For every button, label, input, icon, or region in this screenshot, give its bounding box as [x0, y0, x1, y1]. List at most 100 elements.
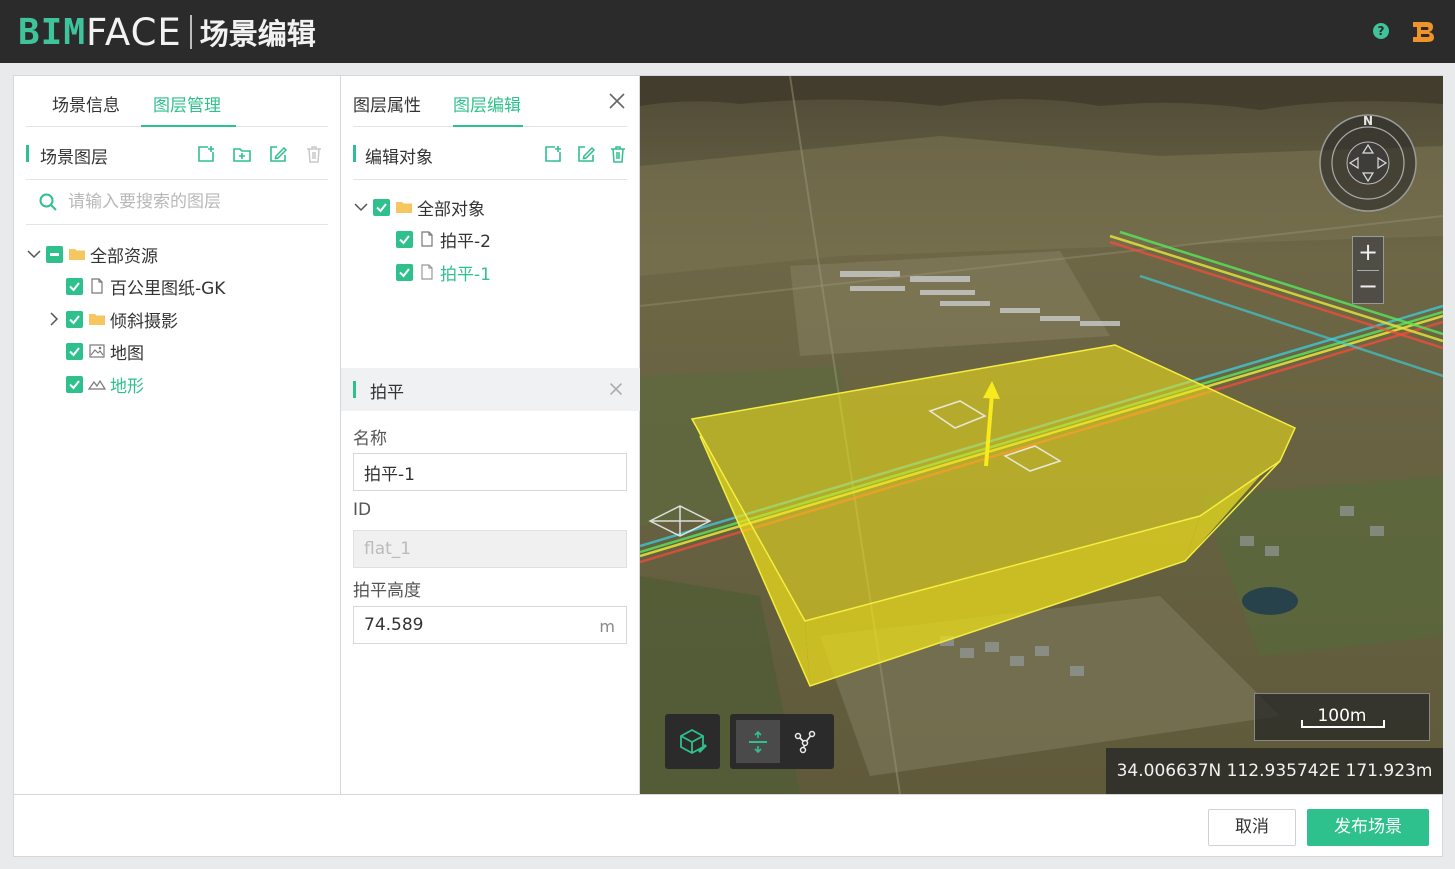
middle-panel: 图层属性 图层编辑 编辑对象 全部对象 拍平-2 拍平-1 拍平 名称 拍平-1… [341, 76, 640, 794]
section-title: 场景图层 [40, 148, 108, 168]
active-tab-indicator [453, 125, 523, 127]
delete-icon[interactable] [304, 144, 324, 164]
add-folder-icon[interactable] [232, 144, 252, 164]
flatten-height-field[interactable] [353, 606, 627, 644]
section-title: 编辑对象 [365, 148, 433, 168]
left-tabs: 场景信息 图层管理 [26, 76, 328, 127]
bimface-b-icon[interactable] [1409, 18, 1437, 46]
tree-node-label: 地图 [110, 343, 144, 364]
tree-node-terrain[interactable]: 地形 [66, 371, 144, 397]
left-panel: 场景信息 图层管理 场景图层 全部资源 百公里图纸-GK [14, 76, 341, 794]
cube-tool-group [665, 714, 720, 769]
tree-node-label: 百公里图纸-GK [110, 278, 226, 299]
tree-node-oblique-photo[interactable]: 倾斜摄影 [46, 306, 178, 332]
top-bar: BIM FACE 场景编辑 ? [0, 0, 1455, 63]
tree-node-label: 倾斜摄影 [110, 311, 178, 332]
cube-edit-icon [680, 728, 707, 754]
edit-icon[interactable] [268, 144, 288, 164]
active-tab-indicator [141, 125, 236, 127]
flatten-height-label: 拍平高度 [353, 581, 421, 601]
chevron-down-icon[interactable] [353, 199, 369, 215]
cancel-button[interactable]: 取消 [1208, 809, 1296, 846]
zoom-out-button[interactable]: − [1353, 271, 1383, 304]
checkbox-checked[interactable] [396, 230, 413, 248]
logo-bim-text: BIM [18, 11, 87, 53]
folder-icon [396, 202, 412, 213]
tree-node-flatten-2[interactable]: 拍平-2 [396, 226, 491, 252]
page-title: 场景编辑 [199, 17, 316, 51]
height-unit: m [599, 617, 615, 636]
coordinate-readout: 34.006637N 112.935742E 171.923m [1106, 748, 1443, 794]
zoom-in-button[interactable]: + [1353, 237, 1383, 270]
layer-search [26, 180, 328, 225]
name-field[interactable] [353, 453, 627, 491]
search-icon [39, 193, 57, 211]
file-icon [421, 264, 433, 280]
id-label: ID [353, 500, 372, 520]
section-marker [353, 381, 356, 398]
logo-face-text: FACE [86, 10, 182, 54]
flatten-icon [749, 730, 767, 753]
section-marker [353, 145, 356, 162]
tree-node-label: 地形 [110, 376, 144, 397]
checkbox-checked[interactable] [66, 342, 83, 360]
chevron-down-icon[interactable] [26, 246, 42, 262]
folder-icon [89, 314, 105, 325]
edit-icon[interactable] [576, 144, 596, 164]
tab-layer-properties[interactable]: 图层属性 [353, 91, 421, 116]
checkbox-checked[interactable] [373, 198, 390, 216]
section-marker [26, 145, 29, 162]
layer-search-input[interactable] [68, 188, 328, 216]
tree-node-drawing[interactable]: 百公里图纸-GK [66, 273, 225, 299]
scale-bar [1301, 720, 1385, 728]
edit-objects-header: 编辑对象 [353, 128, 627, 180]
tab-layer-edit[interactable]: 图层编辑 [453, 91, 521, 116]
checkbox-indeterminate[interactable] [46, 245, 63, 263]
checkbox-checked[interactable] [66, 277, 83, 295]
file-icon [91, 278, 103, 294]
checkbox-checked[interactable] [66, 375, 83, 393]
tree-node-label: 全部对象 [417, 199, 485, 220]
checkbox-checked[interactable] [396, 263, 413, 281]
zoom-control: + − [1352, 236, 1384, 304]
properties-header: 拍平 [341, 368, 640, 411]
add-layer-icon[interactable] [196, 144, 216, 164]
tree-node-all-resources[interactable]: 全部资源 [26, 241, 158, 267]
close-icon[interactable] [609, 382, 623, 396]
delete-icon[interactable] [608, 144, 628, 164]
middle-tabs: 图层属性 图层编辑 [353, 76, 627, 127]
editor-frame: 场景信息 图层管理 场景图层 全部资源 百公里图纸-GK [13, 75, 1443, 857]
folder-icon [69, 249, 85, 260]
tree-node-map[interactable]: 地图 [66, 338, 144, 364]
vertex-edit-button[interactable] [783, 720, 827, 763]
compass-icon[interactable]: N [1318, 113, 1418, 213]
tree-node-all-objects[interactable]: 全部对象 [353, 194, 485, 220]
name-label: 名称 [353, 429, 387, 449]
compass-north-label: N [1363, 114, 1373, 128]
tree-node-label: 拍平-1 [440, 264, 491, 285]
tab-scene-info[interactable]: 场景信息 [52, 91, 120, 116]
file-icon [421, 231, 433, 247]
flatten-tool-group [730, 714, 834, 769]
logo-separator [189, 15, 192, 49]
vertex-edit-icon [794, 730, 816, 753]
close-icon[interactable] [608, 92, 626, 110]
tab-layer-management[interactable]: 图层管理 [153, 91, 221, 116]
map-viewport[interactable]: N + − 100m 34.006637N 112.935742E 171.92 [640, 76, 1443, 794]
flatten-button[interactable] [736, 720, 780, 763]
scene-layers-header: 场景图层 [26, 128, 328, 180]
tree-node-label: 全部资源 [90, 246, 158, 267]
id-field [353, 530, 627, 568]
add-object-icon[interactable] [543, 144, 563, 164]
terrain-icon [88, 379, 106, 390]
tree-node-label: 拍平-2 [440, 231, 491, 252]
question-circle-icon[interactable]: ? [1373, 23, 1389, 39]
publish-scene-button[interactable]: 发布场景 [1307, 809, 1429, 846]
map-image-icon [89, 344, 105, 358]
scale-indicator: 100m [1254, 693, 1430, 741]
cube-edit-button[interactable] [671, 720, 715, 763]
tree-node-flatten-1[interactable]: 拍平-1 [396, 259, 491, 285]
checkbox-checked[interactable] [66, 310, 83, 328]
chevron-right-icon[interactable] [46, 311, 62, 327]
properties-title: 拍平 [370, 383, 404, 403]
